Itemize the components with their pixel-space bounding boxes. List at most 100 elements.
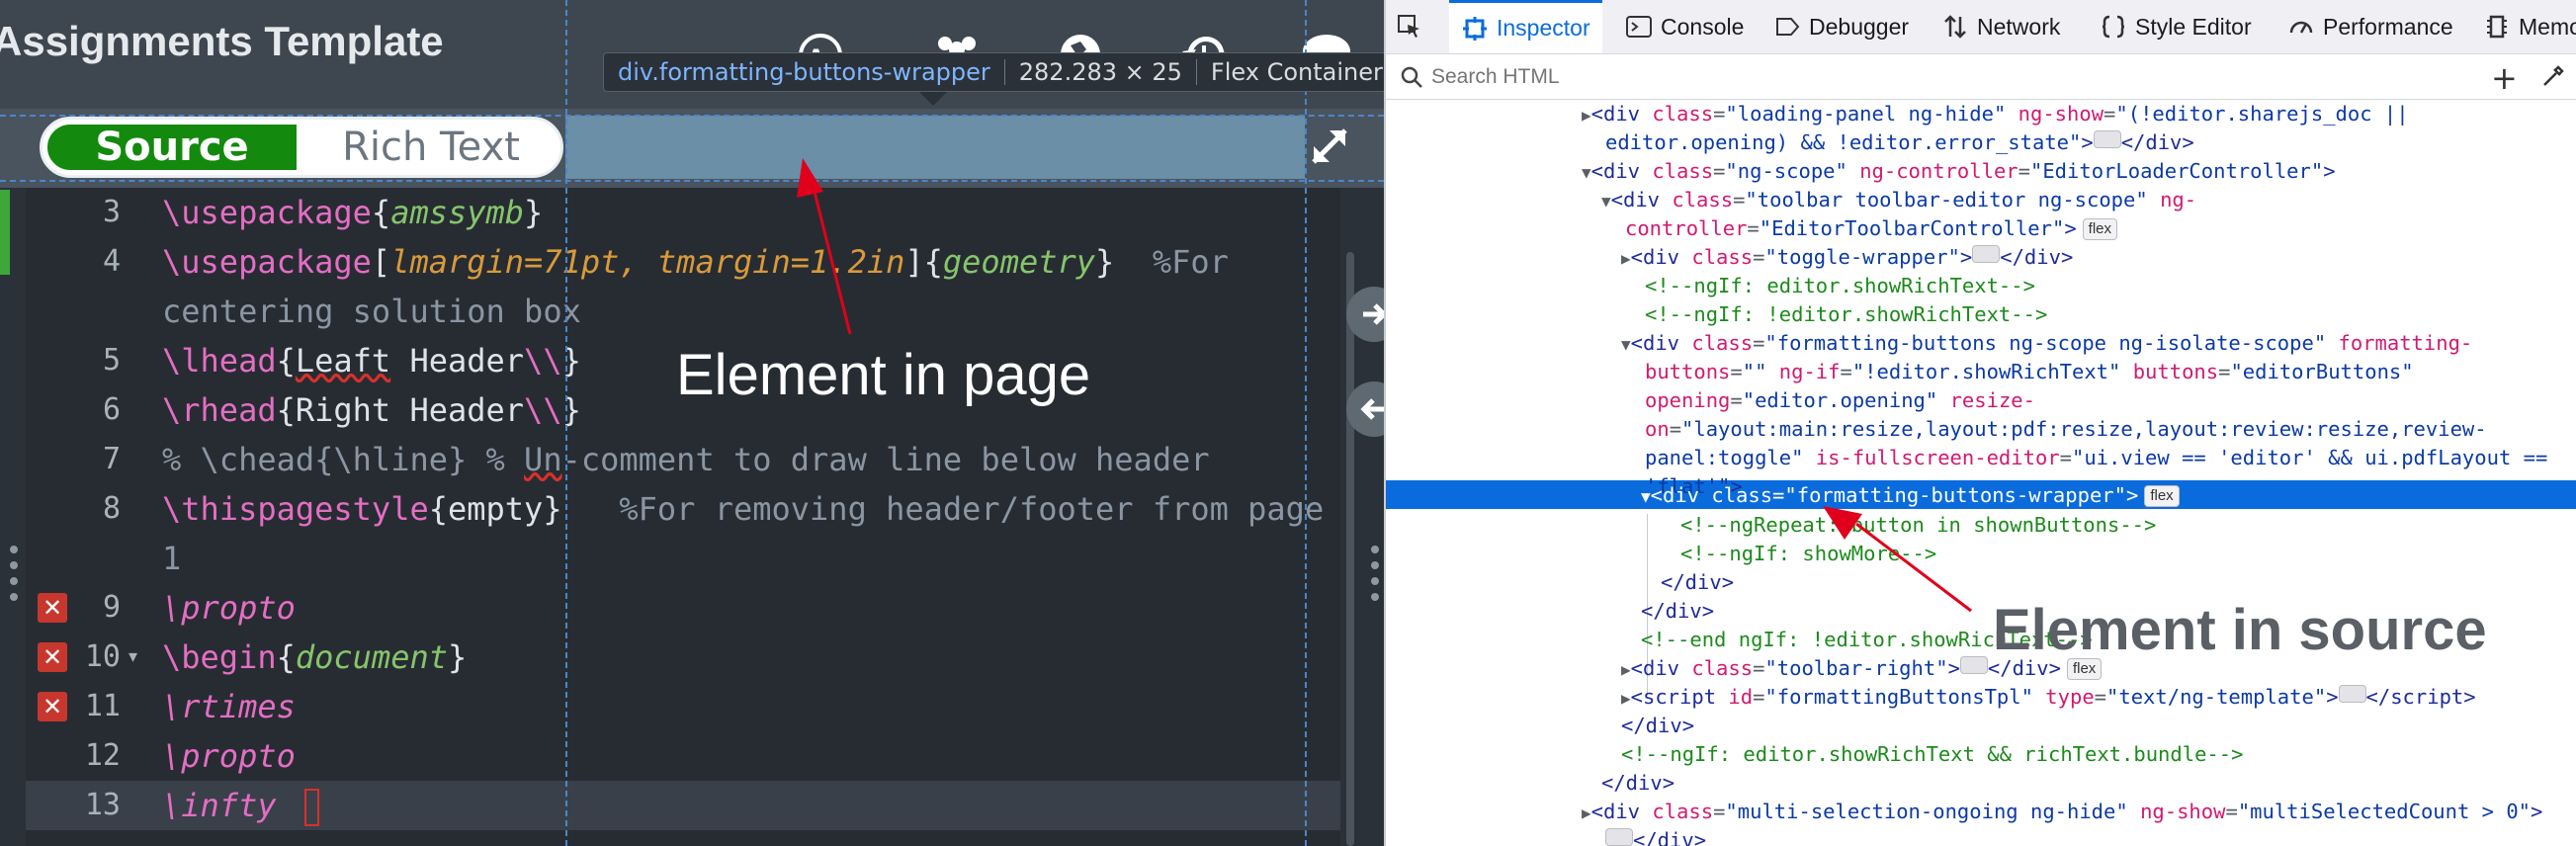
code-line: 3 \usepackage{amssymb}: [26, 188, 1340, 237]
tab-performance[interactable]: Performance: [2287, 0, 2453, 53]
add-node-button[interactable]: +: [2491, 59, 2518, 97]
line-text: \rhead{Right Header\\}: [162, 391, 581, 429]
tree-node-wrap: controller="EditorToolbarController"> fle…: [1625, 214, 2118, 243]
tree-comment: <!--ngIf: !editor.showRichText-->: [1645, 302, 2048, 326]
code-line: 12 \propto: [26, 731, 1340, 781]
formatting-buttons-wrapper-highlight: [565, 116, 1305, 179]
rich-text-mode-button[interactable]: Rich Text: [301, 120, 560, 175]
code-line: ✕ 10 ▾ \begin{document}: [26, 633, 1340, 682]
line-text: \begin{document}: [162, 638, 468, 676]
network-icon: [1944, 15, 1966, 39]
line-number: 8: [102, 491, 121, 526]
line-text: \usepackage[lmargin=71pt, tmargin=1.2in]…: [162, 243, 1229, 281]
element-picker-button[interactable]: [1396, 0, 1435, 53]
line-number: 5: [102, 343, 121, 378]
code-line: 8 \thispagestyle{empty} %For removing he…: [26, 484, 1340, 534]
tree-node-selected[interactable]: ▼<div class="formatting-buttons-wrapper"…: [1641, 481, 2180, 511]
line-number: 6: [102, 392, 121, 427]
code-line: ✕ 11 \rtimes: [26, 682, 1340, 731]
editor-mode-toggle[interactable]: Source Rich Text: [40, 117, 563, 178]
line-text: centering solution box: [162, 293, 581, 330]
text-cursor: [304, 789, 319, 826]
line-number: 4: [102, 244, 121, 279]
line-text: \infty: [162, 787, 277, 824]
tab-label: Memo: [2519, 13, 2576, 40]
change-marker: [0, 190, 10, 275]
memory-icon: [2487, 15, 2507, 39]
tree-node-wrap: opening="editor.opening" resize-: [1645, 388, 2035, 412]
tree-node[interactable]: ▶<div class="loading-panel ng-hide" ng-s…: [1582, 100, 2409, 129]
inspector-icon: [1463, 16, 1487, 41]
tooltip-dimensions: 282.283 × 25: [1018, 58, 1182, 86]
devtools-panel: Inspector Console Debugger Network Style…: [1384, 0, 2576, 846]
picker-icon: [1398, 15, 1419, 38]
tab-network[interactable]: Network: [1941, 0, 2060, 53]
line-text: % \chead{\hline} % Un-comment to draw li…: [162, 441, 1210, 478]
editor-scrollbar[interactable]: [1346, 252, 1354, 846]
expand-icon[interactable]: [1300, 117, 1359, 176]
code-editor[interactable]: 3 \usepackage{amssymb} 4 \usepackage[lma…: [26, 188, 1340, 846]
line-text: \lhead{Leaft Header\\}: [162, 342, 581, 380]
tree-comment: <!--ngIf: showMore-->: [1680, 542, 1937, 565]
line-text: \usepackage{amssymb}: [162, 194, 544, 231]
tree-node-wrap: panel:toggle" is-fullscreen-editor="ui.v…: [1645, 446, 2548, 469]
line-text: 1: [162, 540, 182, 577]
right-resize-handle[interactable]: [1371, 546, 1379, 605]
tab-label: Style Editor: [2135, 13, 2252, 40]
line-number: 3: [102, 195, 121, 229]
line-number: 12: [84, 738, 121, 773]
annotation-element-in-source: Element in source: [1993, 598, 2487, 662]
tab-style-editor[interactable]: Style Editor: [2100, 0, 2252, 53]
line-text: \rtimes: [162, 688, 296, 725]
tree-node[interactable]: ▼<div class="toolbar toolbar-editor ng-s…: [1601, 186, 2196, 215]
tree-node-close: </div>: [1621, 714, 1695, 737]
tab-debugger[interactable]: Debugger: [1773, 0, 1909, 53]
line-text: \propto: [162, 737, 296, 775]
style-editor-icon: [2102, 15, 2125, 39]
console-icon: [1626, 16, 1652, 38]
debugger-icon: [1776, 18, 1800, 36]
line-number: 13: [84, 788, 121, 822]
code-line: ✕ 9 \propto: [26, 583, 1340, 633]
annotation-element-in-page: Element in page: [676, 343, 1091, 407]
highlight-guide-line: [565, 0, 567, 846]
tree-node-wrap: buttons="" ng-if="!editor.showRichText" …: [1645, 360, 2414, 383]
inspector-tooltip: div.formatting-buttons-wrapper 282.283 ×…: [603, 52, 1384, 92]
line-number: 7: [102, 442, 121, 476]
tree-node[interactable]: ▼<div class="ng-scope" ng-controller="Ed…: [1582, 157, 2336, 187]
tree-comment: <!--ngIf: editor.showRichText-->: [1645, 274, 2035, 297]
html-search-bar: +: [1386, 53, 2576, 100]
latex-editor-pane: Assignments Template A Source Rich Text …: [0, 0, 1384, 846]
tree-node[interactable]: ▶<script id="formattingButtonsTpl" type=…: [1621, 683, 2476, 713]
tree-node-wrap: on="layout:main:resize,layout:pdf:resize…: [1645, 417, 2487, 441]
tree-node[interactable]: ▼<div class="formatting-buttons ng-scope…: [1621, 329, 2472, 359]
highlight-guide-line: [1305, 0, 1307, 846]
tree-node-wrap: editor.opening) && !editor.error_state">…: [1605, 130, 2194, 154]
highlight-guide-line: [0, 180, 1384, 182]
tree-node-close: </div>: [1641, 599, 1715, 623]
tab-inspector[interactable]: Inspector: [1449, 0, 1602, 53]
line-number: 11: [84, 689, 121, 723]
tree-node[interactable]: ▶<div class="toggle-wrapper"> </div>: [1621, 243, 2073, 273]
arrow-left-icon: [1360, 398, 1384, 420]
tree-node-wrap: </div>: [1605, 826, 1706, 846]
arrow-right-icon: [1363, 303, 1384, 325]
tab-label: Performance: [2323, 13, 2453, 40]
tooltip-kind: Flex Container: [1210, 58, 1383, 86]
tab-label: Inspector: [1497, 15, 1590, 41]
search-html-input[interactable]: [1429, 61, 2402, 93]
tree-comment: <!--ngRepeat: button in shownButtons-->: [1680, 513, 2157, 537]
source-mode-button[interactable]: Source: [43, 120, 301, 175]
dom-tree[interactable]: ▶<div class="loading-panel ng-hide" ng-s…: [1386, 99, 2576, 846]
tab-label: Network: [1977, 13, 2061, 40]
tree-node[interactable]: ▶<div class="multi-selection-ongoing ng-…: [1582, 798, 2542, 827]
fold-arrow-icon[interactable]: ▾: [129, 633, 137, 682]
tab-label: Debugger: [1809, 13, 1910, 40]
code-line-wrap: 1: [26, 534, 1340, 583]
tab-memory[interactable]: Memo: [2483, 0, 2576, 53]
eyedropper-icon[interactable]: [2540, 63, 2566, 89]
devtools-tab-bar: Inspector Console Debugger Network Style…: [1386, 0, 2576, 54]
code-line-wrap: centering solution box: [26, 287, 1340, 336]
tab-console[interactable]: Console: [1625, 0, 1744, 53]
left-resize-handle[interactable]: [10, 546, 18, 605]
